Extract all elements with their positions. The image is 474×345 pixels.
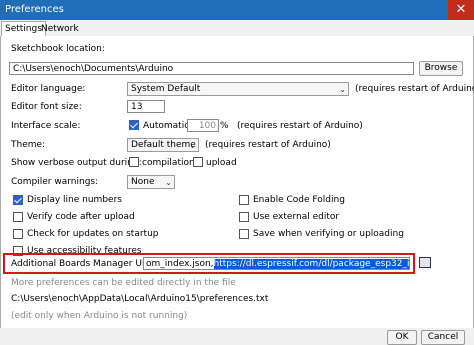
interface-scale-note: (requires restart of Arduino) [237,121,363,131]
editor-language-select[interactable]: System Default ⌄ [127,82,349,96]
settings-panel: Sketchbook location: C:\Users\enoch\Docu… [0,36,474,329]
interface-scale-label: Interface scale: [11,121,81,131]
theme-value: Default theme [131,140,196,150]
theme-select[interactable]: Default theme ⌄ [127,138,199,152]
interface-scale-input[interactable]: 100 [187,119,219,132]
window-icon[interactable] [419,257,431,268]
verify-after-upload-label: Verify code after upload [27,212,135,222]
boards-manager-url-prefix: om_index.json, [146,259,214,269]
check-updates-checkbox[interactable] [13,229,23,239]
check-updates-label: Check for updates on startup [27,229,159,239]
title-bar: Preferences ✕ [0,0,474,20]
chevron-down-icon: ⌄ [165,178,172,187]
sketchbook-label: Sketchbook location: [11,44,105,54]
display-line-numbers-checkbox[interactable] [13,195,23,205]
editor-language-value: System Default [131,84,201,94]
browse-button[interactable]: Browse [419,61,463,76]
compiler-warnings-value: None [131,177,155,187]
close-icon[interactable]: ✕ [448,0,474,20]
edit-note: (edit only when Arduino is not running) [11,311,188,321]
chevron-down-icon: ⌄ [339,85,346,94]
verbose-upload-label: upload [206,158,237,168]
interface-scale-unit: % [220,121,229,131]
verbose-output-label: Show verbose output during: [11,158,142,168]
external-editor-checkbox[interactable] [239,212,249,222]
code-folding-checkbox[interactable] [239,195,249,205]
preferences-file-path: C:\Users\enoch\AppData\Local\Arduino15\p… [11,294,269,304]
display-line-numbers-label: Display line numbers [27,195,122,205]
chevron-down-icon: ⌄ [189,141,196,150]
dialog-footer: OK Cancel [0,328,474,345]
window-title: Preferences [5,4,64,15]
verify-after-upload-checkbox[interactable] [13,212,23,222]
verbose-compilation-label: compilation [142,158,195,168]
automatic-scale-checkbox[interactable] [129,120,139,130]
boards-manager-label: Additional Boards Manager URLs: [11,259,161,269]
verbose-compilation-checkbox[interactable] [129,157,139,167]
editor-font-size-input[interactable]: 13 [127,100,165,113]
external-editor-label: Use external editor [253,212,340,222]
theme-label: Theme: [11,140,46,150]
more-prefs-info: More preferences can be edited directly … [11,278,236,288]
code-folding-label: Enable Code Folding [253,195,345,205]
tab-bar: Settings Network [0,20,474,38]
tab-network[interactable]: Network [38,22,82,36]
compiler-warnings-label: Compiler warnings: [11,177,99,187]
boards-manager-urls-input[interactable]: om_index.json,https://dl.espressif.com/d… [143,257,410,270]
cancel-button[interactable]: Cancel [421,330,465,345]
boards-manager-url-selected: https://dl.espressif.com/dl/package_esp3… [213,259,409,269]
save-when-verifying-label: Save when verifying or uploading [253,229,404,239]
editor-font-size-label: Editor font size: [11,102,82,112]
automatic-scale-label: Automatic [143,121,190,131]
save-when-verifying-checkbox[interactable] [239,229,249,239]
sketchbook-location-input[interactable]: C:\Users\enoch\Documents\Arduino [9,62,414,75]
theme-note: (requires restart of Arduino) [205,140,331,150]
compiler-warnings-select[interactable]: None ⌄ [127,175,175,189]
verbose-upload-checkbox[interactable] [193,157,203,167]
editor-language-label: Editor language: [11,84,86,94]
editor-language-note: (requires restart of Arduino) [355,84,474,94]
ok-button[interactable]: OK [387,330,417,345]
